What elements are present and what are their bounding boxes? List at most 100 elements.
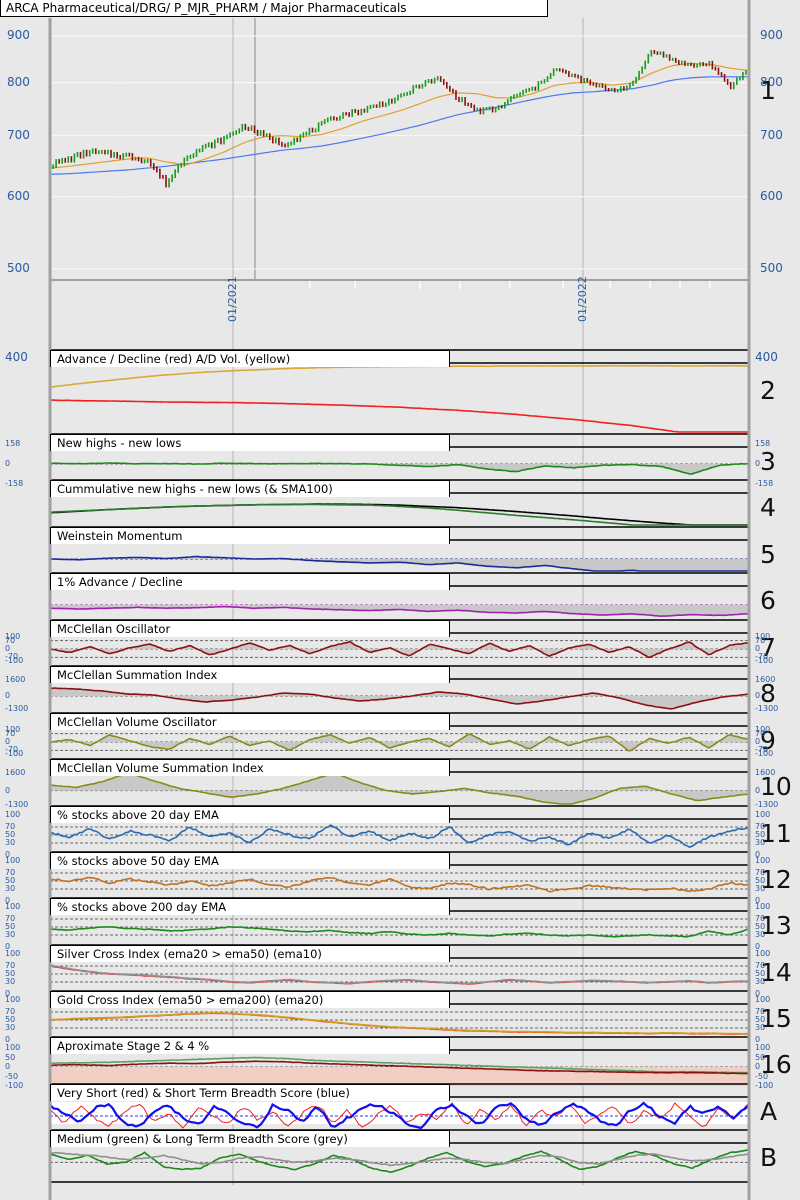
series-line--above-200-day-ema [49, 925, 750, 938]
right-tick: 30 [755, 884, 766, 893]
panel-number: 3 [760, 447, 776, 476]
panel-label: Advance / Decline (red) A/D Vol. (yellow… [50, 350, 450, 367]
area-fill [50, 774, 749, 804]
right-tick: -1300 [755, 800, 779, 809]
panel-label: New highs - new lows [50, 434, 450, 451]
right-tick: 30 [755, 930, 766, 939]
right-tick: -100 [755, 1081, 774, 1090]
panel-label: Medium (green) & Long Term Breadth Score… [50, 1130, 450, 1147]
series-line--above-50-day-ema [49, 876, 750, 893]
left-tick: 50 [5, 1052, 16, 1062]
chart-title: ARCA Pharmaceutical/DRG/ P_MJR_PHARM / M… [0, 0, 548, 17]
panel-label: Cummulative new highs - new lows (& SMA1… [50, 480, 450, 497]
panel-label: McClellan Volume Oscillator [50, 713, 450, 730]
panel-number: A [760, 1097, 778, 1126]
right-tick: -100 [755, 656, 774, 665]
right-tick: 30 [755, 1023, 766, 1032]
price-right-tick: 500 [760, 261, 783, 276]
right-tick: 100 [755, 949, 771, 958]
right-tick: 1600 [755, 675, 776, 684]
right-tick: -100 [755, 749, 774, 758]
panel-number: 13 [760, 911, 792, 940]
right-tick: 100 [755, 902, 771, 911]
panel-number: 12 [760, 865, 792, 894]
date-label: 01/2022 [576, 276, 589, 322]
right-tick: 100 [755, 856, 771, 865]
series-line-long-term [49, 1151, 750, 1167]
chart-canvas [48, 0, 751, 1200]
right-tick: 30 [755, 977, 766, 986]
left-tick: 30 [5, 884, 16, 893]
left-tick: 0 [5, 1062, 11, 1071]
panel-label: Gold Cross Index (ema50 > ema200) (ema20… [50, 991, 450, 1008]
panel-number: B [760, 1143, 778, 1172]
right-tick: 30 [755, 838, 766, 847]
left-tick: 400 [5, 350, 28, 364]
left-tick: 100 [5, 810, 21, 819]
left-tick: 30 [5, 838, 16, 847]
right-tick: 0 [755, 459, 761, 468]
panel-number: 6 [760, 586, 776, 615]
price-left-tick: 500 [7, 261, 30, 276]
left-tick: -50 [5, 1071, 19, 1081]
series-line-advance-decline [49, 399, 749, 433]
left-tick: 100 [5, 1043, 21, 1052]
price-right-tick: 700 [760, 127, 783, 142]
panel-number: 4 [760, 493, 776, 522]
left-tick: -100 [5, 656, 24, 665]
panel-label: Silver Cross Index (ema20 > ema50) (ema1… [50, 945, 450, 962]
right-tick: -158 [755, 479, 774, 488]
panel-label: McClellan Summation Index [50, 666, 450, 683]
price-left-tick: 700 [7, 127, 30, 142]
left-tick: -100 [5, 1081, 24, 1090]
panel-label: McClellan Oscillator [50, 620, 450, 637]
right-tick: 0 [755, 785, 761, 795]
left-tick: 100 [5, 902, 21, 911]
left-tick: -100 [5, 749, 24, 758]
right-tick: -50 [755, 1071, 769, 1081]
panel-number: 14 [760, 958, 792, 987]
series-line-medium [49, 1149, 750, 1174]
price-right-tick: 600 [760, 188, 783, 203]
left-tick: 30 [5, 930, 16, 939]
panel-label: 1% Advance / Decline [50, 573, 450, 590]
right-tick: 100 [755, 1043, 771, 1052]
right-tick: 400 [755, 350, 778, 364]
right-tick: 158 [755, 439, 771, 448]
left-tick: 100 [5, 949, 21, 958]
area-fill [50, 688, 749, 709]
right-tick: 100 [755, 810, 771, 819]
series-line-gold-cross-index [49, 1011, 749, 1035]
left-tick: -1300 [5, 800, 29, 809]
left-tick: -1300 [5, 704, 29, 713]
left-tick: 30 [5, 1023, 16, 1032]
right-tick: 1600 [755, 768, 776, 777]
left-tick: -158 [5, 479, 24, 488]
right-tick: -1300 [755, 704, 779, 713]
left-tick: 0 [5, 691, 11, 700]
series-line-a-d-vol- [49, 364, 750, 388]
panel-number-1: 1 [760, 76, 776, 105]
price-left-tick: 600 [7, 188, 30, 203]
left-tick: 1600 [5, 768, 26, 777]
panel-number: 5 [760, 540, 776, 569]
right-tick: 50 [755, 1052, 766, 1062]
panel-label: McClellan Volume Summation Index [50, 759, 450, 776]
panel-label: % stocks above 50 day EMA [50, 852, 450, 869]
left-tick: 0 [5, 459, 11, 468]
panel-number: 2 [760, 376, 776, 405]
series-line-ema20 [49, 1012, 750, 1036]
right-tick: 0 [755, 691, 761, 700]
right-tick: 0 [755, 1062, 761, 1071]
price-right-tick: 900 [760, 28, 783, 43]
panel-label: Very Short (red) & Short Term Breadth Sc… [50, 1084, 450, 1101]
panel-number: 15 [760, 1004, 792, 1033]
panel-label: % stocks above 20 day EMA [50, 806, 450, 823]
series-line--above-20-day-ema [49, 824, 750, 848]
left-tick: 30 [5, 977, 16, 986]
date-label: 01/2021 [226, 276, 239, 322]
left-tick: 158 [5, 439, 21, 448]
panel-number: 11 [760, 819, 792, 848]
panel-label: Weinstein Momentum [50, 527, 450, 544]
left-tick: 0 [5, 785, 11, 795]
